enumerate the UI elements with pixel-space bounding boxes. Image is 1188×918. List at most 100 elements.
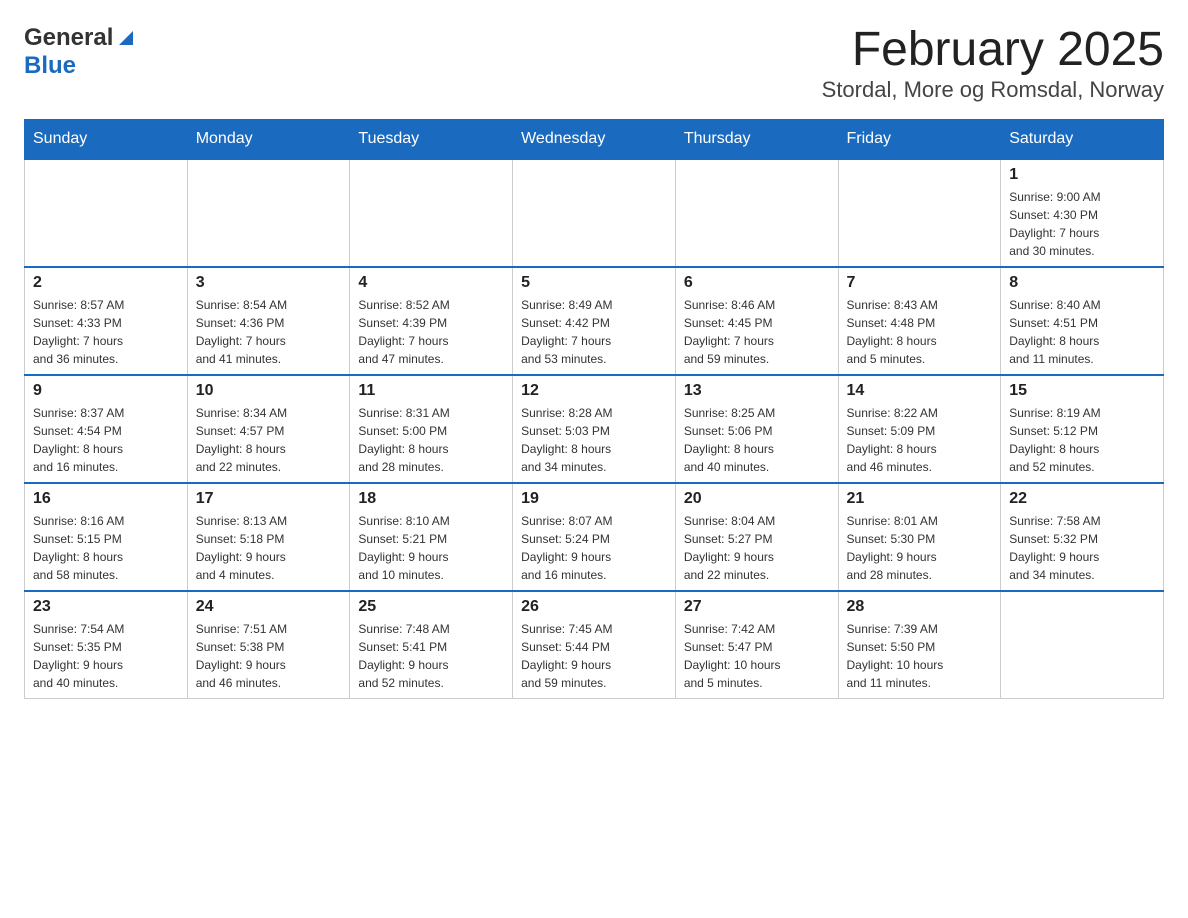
day-number: 12 xyxy=(521,382,667,400)
calendar-cell: 3Sunrise: 8:54 AM Sunset: 4:36 PM Daylig… xyxy=(187,267,350,375)
logo: General Blue xyxy=(24,24,137,80)
day-number: 13 xyxy=(684,382,830,400)
col-wednesday: Wednesday xyxy=(513,119,676,159)
day-number: 8 xyxy=(1009,274,1155,292)
calendar-cell: 27 Sunrise: 7:42 AM Sunset: 5:47 PM Dayli… xyxy=(675,591,838,699)
day-number: 10 xyxy=(196,382,342,400)
calendar-cell: 10 Sunrise: 8:34 AM Sunset: 4:57 PM Dayli… xyxy=(187,375,350,483)
day-info: Sunrise: 7:51 AM Sunset: 5:38 PM Dayligh… xyxy=(196,620,342,692)
col-sunday: Sunday xyxy=(25,119,188,159)
day-number: 27 xyxy=(684,598,830,616)
day-number: 7 xyxy=(847,274,993,292)
calendar-cell: 25 Sunrise: 7:48 AM Sunset: 5:41 PM Dayli… xyxy=(350,591,513,699)
day-number: 9 xyxy=(33,382,179,400)
day-info: Sunrise: 7:42 AM Sunset: 5:47 PM Dayligh… xyxy=(684,620,830,692)
day-info: Sunrise: 8:13 AM Sunset: 5:18 PM Dayligh… xyxy=(196,512,342,584)
week-row-3: 9 Sunrise: 8:37 AM Sunset: 4:54 PM Daylig… xyxy=(25,375,1164,483)
day-info: Sunrise: 8:37 AM Sunset: 4:54 PM Dayligh… xyxy=(33,404,179,476)
calendar-cell: 16 Sunrise: 8:16 AM Sunset: 5:15 PM Dayli… xyxy=(25,483,188,591)
day-info: Sunrise: 8:57 AM Sunset: 4:33 PM Dayligh… xyxy=(33,296,179,368)
calendar-cell: 2 Sunrise: 8:57 AM Sunset: 4:33 PM Daylig… xyxy=(25,267,188,375)
calendar-cell xyxy=(350,159,513,267)
day-info: Sunrise: 8:07 AM Sunset: 5:24 PM Dayligh… xyxy=(521,512,667,584)
calendar-cell: 5 Sunrise: 8:49 AM Sunset: 4:42 PM Daylig… xyxy=(513,267,676,375)
day-info: Sunrise: 7:58 AM Sunset: 5:32 PM Dayligh… xyxy=(1009,512,1155,584)
day-info: Sunrise: 8:43 AM Sunset: 4:48 PM Dayligh… xyxy=(847,296,993,368)
day-info: Sunrise: 8:04 AM Sunset: 5:27 PM Dayligh… xyxy=(684,512,830,584)
calendar-cell: 19 Sunrise: 8:07 AM Sunset: 5:24 PM Dayli… xyxy=(513,483,676,591)
day-info: Sunrise: 7:39 AM Sunset: 5:50 PM Dayligh… xyxy=(847,620,993,692)
day-info: Sunrise: 8:22 AM Sunset: 5:09 PM Dayligh… xyxy=(847,404,993,476)
week-row-4: 16 Sunrise: 8:16 AM Sunset: 5:15 PM Dayli… xyxy=(25,483,1164,591)
calendar-cell: 7 Sunrise: 8:43 AM Sunset: 4:48 PM Daylig… xyxy=(838,267,1001,375)
week-row-1: 1 Sunrise: 9:00 AM Sunset: 4:30 PM Daylig… xyxy=(25,159,1164,267)
day-info: Sunrise: 8:54 AM Sunset: 4:36 PM Dayligh… xyxy=(196,296,342,368)
calendar-cell xyxy=(1001,591,1164,699)
calendar-cell: 12 Sunrise: 8:28 AM Sunset: 5:03 PM Dayli… xyxy=(513,375,676,483)
calendar-cell: 28Sunrise: 7:39 AM Sunset: 5:50 PM Dayli… xyxy=(838,591,1001,699)
day-info: Sunrise: 8:28 AM Sunset: 5:03 PM Dayligh… xyxy=(521,404,667,476)
day-info: Sunrise: 8:52 AM Sunset: 4:39 PM Dayligh… xyxy=(358,296,504,368)
day-number: 4 xyxy=(358,274,504,292)
calendar-cell: 1 Sunrise: 9:00 AM Sunset: 4:30 PM Daylig… xyxy=(1001,159,1164,267)
day-info: Sunrise: 8:10 AM Sunset: 5:21 PM Dayligh… xyxy=(358,512,504,584)
day-info: Sunrise: 8:34 AM Sunset: 4:57 PM Dayligh… xyxy=(196,404,342,476)
day-info: Sunrise: 8:46 AM Sunset: 4:45 PM Dayligh… xyxy=(684,296,830,368)
day-number: 23 xyxy=(33,598,179,616)
col-friday: Friday xyxy=(838,119,1001,159)
calendar-cell: 8Sunrise: 8:40 AM Sunset: 4:51 PM Daylig… xyxy=(1001,267,1164,375)
day-info: Sunrise: 8:19 AM Sunset: 5:12 PM Dayligh… xyxy=(1009,404,1155,476)
calendar-cell: 15 Sunrise: 8:19 AM Sunset: 5:12 PM Dayli… xyxy=(1001,375,1164,483)
day-number: 21 xyxy=(847,490,993,508)
calendar-cell xyxy=(675,159,838,267)
col-thursday: Thursday xyxy=(675,119,838,159)
day-info: Sunrise: 8:49 AM Sunset: 4:42 PM Dayligh… xyxy=(521,296,667,368)
calendar-header-row: Sunday Monday Tuesday Wednesday Thursday… xyxy=(25,119,1164,159)
day-number: 22 xyxy=(1009,490,1155,508)
day-info: Sunrise: 7:48 AM Sunset: 5:41 PM Dayligh… xyxy=(358,620,504,692)
calendar-cell: 24 Sunrise: 7:51 AM Sunset: 5:38 PM Dayli… xyxy=(187,591,350,699)
day-info: Sunrise: 8:16 AM Sunset: 5:15 PM Dayligh… xyxy=(33,512,179,584)
calendar-table: Sunday Monday Tuesday Wednesday Thursday… xyxy=(24,119,1164,699)
col-saturday: Saturday xyxy=(1001,119,1164,159)
day-number: 16 xyxy=(33,490,179,508)
logo-blue-text: Blue xyxy=(24,52,76,80)
day-number: 24 xyxy=(196,598,342,616)
day-number: 19 xyxy=(521,490,667,508)
day-number: 18 xyxy=(358,490,504,508)
day-info: Sunrise: 8:01 AM Sunset: 5:30 PM Dayligh… xyxy=(847,512,993,584)
calendar-cell: 9 Sunrise: 8:37 AM Sunset: 4:54 PM Daylig… xyxy=(25,375,188,483)
calendar-cell: 14Sunrise: 8:22 AM Sunset: 5:09 PM Dayli… xyxy=(838,375,1001,483)
calendar-cell: 20 Sunrise: 8:04 AM Sunset: 5:27 PM Dayli… xyxy=(675,483,838,591)
calendar-cell: 18 Sunrise: 8:10 AM Sunset: 5:21 PM Dayli… xyxy=(350,483,513,591)
calendar-cell: 22 Sunrise: 7:58 AM Sunset: 5:32 PM Dayli… xyxy=(1001,483,1164,591)
day-info: Sunrise: 9:00 AM Sunset: 4:30 PM Dayligh… xyxy=(1009,188,1155,260)
day-number: 20 xyxy=(684,490,830,508)
calendar-cell: 11Sunrise: 8:31 AM Sunset: 5:00 PM Dayli… xyxy=(350,375,513,483)
day-number: 25 xyxy=(358,598,504,616)
calendar-cell: 23 Sunrise: 7:54 AM Sunset: 5:35 PM Dayli… xyxy=(25,591,188,699)
title-block: February 2025 Stordal, More og Romsdal, … xyxy=(822,24,1164,103)
calendar-cell: 21 Sunrise: 8:01 AM Sunset: 5:30 PM Dayli… xyxy=(838,483,1001,591)
col-tuesday: Tuesday xyxy=(350,119,513,159)
day-info: Sunrise: 8:25 AM Sunset: 5:06 PM Dayligh… xyxy=(684,404,830,476)
calendar-title: February 2025 xyxy=(822,24,1164,77)
calendar-cell xyxy=(25,159,188,267)
day-number: 15 xyxy=(1009,382,1155,400)
calendar-cell xyxy=(187,159,350,267)
calendar-cell: 26 Sunrise: 7:45 AM Sunset: 5:44 PM Dayli… xyxy=(513,591,676,699)
day-number: 2 xyxy=(33,274,179,292)
day-number: 1 xyxy=(1009,166,1155,184)
day-number: 26 xyxy=(521,598,667,616)
week-row-5: 23 Sunrise: 7:54 AM Sunset: 5:35 PM Dayli… xyxy=(25,591,1164,699)
day-number: 17 xyxy=(196,490,342,508)
calendar-cell xyxy=(838,159,1001,267)
day-info: Sunrise: 7:54 AM Sunset: 5:35 PM Dayligh… xyxy=(33,620,179,692)
logo-general-text: General xyxy=(24,24,113,52)
day-number: 11 xyxy=(358,382,504,400)
day-number: 6 xyxy=(684,274,830,292)
day-number: 5 xyxy=(521,274,667,292)
calendar-cell: 17 Sunrise: 8:13 AM Sunset: 5:18 PM Dayli… xyxy=(187,483,350,591)
day-info: Sunrise: 7:45 AM Sunset: 5:44 PM Dayligh… xyxy=(521,620,667,692)
logo-triangle-icon xyxy=(115,27,137,49)
